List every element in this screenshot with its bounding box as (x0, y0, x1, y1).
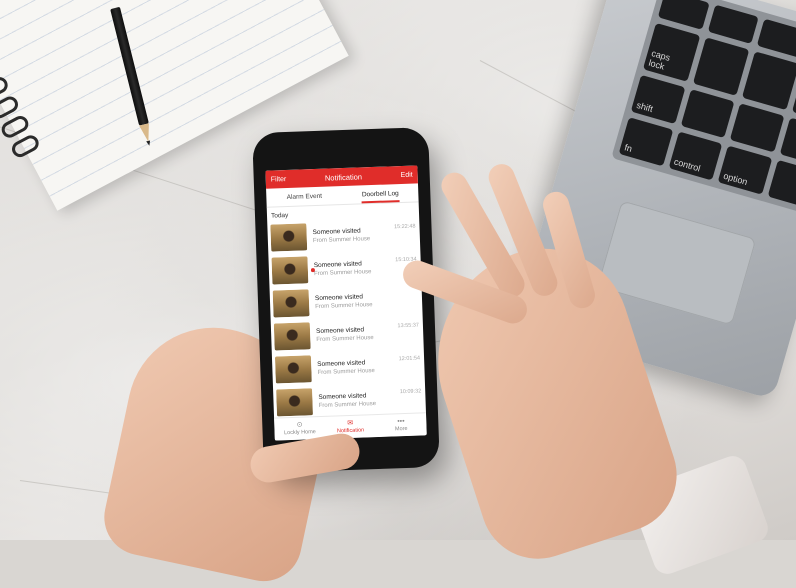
laptop-key (707, 4, 758, 43)
snapshot-thumbnail (276, 388, 313, 416)
list-item[interactable]: Someone visited From Summer House 13:55:… (271, 315, 424, 353)
page-title: Notification (325, 172, 362, 182)
laptop-key-control: control (668, 131, 722, 180)
item-subtitle: From Summer House (313, 234, 417, 244)
item-subtitle: From Summer House (316, 333, 420, 343)
list-item[interactable]: Someone visited From Summer House 12:01:… (272, 348, 425, 386)
item-subtitle: From Summer House (317, 366, 421, 376)
laptop-key (742, 51, 796, 110)
list-item[interactable]: Someone visited From Summer House 15:22:… (267, 216, 420, 254)
list-item[interactable]: Someone visited From Summer House (270, 282, 423, 320)
snapshot-thumbnail (273, 289, 310, 317)
nav-label: Lockly Home (284, 429, 316, 436)
list-item[interactable]: Someone visited From Summer House 15:10:… (268, 249, 421, 287)
laptop-key (757, 19, 796, 58)
nav-more[interactable]: ••• More (375, 413, 426, 437)
snapshot-thumbnail (275, 355, 312, 383)
laptop-key-option: option (718, 146, 772, 195)
laptop-key-shift: shift (631, 75, 685, 124)
nav-label: More (395, 426, 408, 432)
tab-doorbell-log[interactable]: Doorbell Log (342, 183, 419, 204)
item-time: 15:22:48 (394, 224, 416, 231)
filter-button[interactable]: Filter (271, 176, 287, 184)
edit-button[interactable]: Edit (400, 171, 412, 178)
item-time: 12:01:54 (399, 355, 421, 362)
item-subtitle: From Summer House (315, 300, 419, 310)
tab-alarm-event[interactable]: Alarm Event (266, 186, 343, 207)
pencil-lead (146, 140, 151, 146)
laptop-keyboard: caps lock shift fn control option (611, 0, 796, 216)
home-icon: ⊙ (297, 422, 303, 430)
laptop-key (730, 103, 784, 152)
item-time: 13:55:37 (397, 322, 419, 329)
laptop-key (767, 160, 796, 209)
laptop-key-fn: fn (619, 117, 673, 166)
laptop-key-caps-lock: caps lock (643, 23, 700, 82)
snapshot-thumbnail (271, 256, 308, 284)
bell-icon: ✉ (347, 420, 353, 428)
item-time: 10:09:32 (400, 388, 422, 395)
phone-screen: Filter Notification Edit Alarm Event Doo… (265, 165, 426, 440)
snapshot-thumbnail (270, 223, 307, 251)
item-subtitle: From Summer House (319, 399, 423, 409)
laptop-key (779, 117, 796, 166)
laptop-key (692, 37, 749, 96)
laptop-key (680, 89, 734, 138)
snapshot-thumbnail (274, 322, 311, 350)
smartphone: Filter Notification Edit Alarm Event Doo… (252, 127, 440, 473)
